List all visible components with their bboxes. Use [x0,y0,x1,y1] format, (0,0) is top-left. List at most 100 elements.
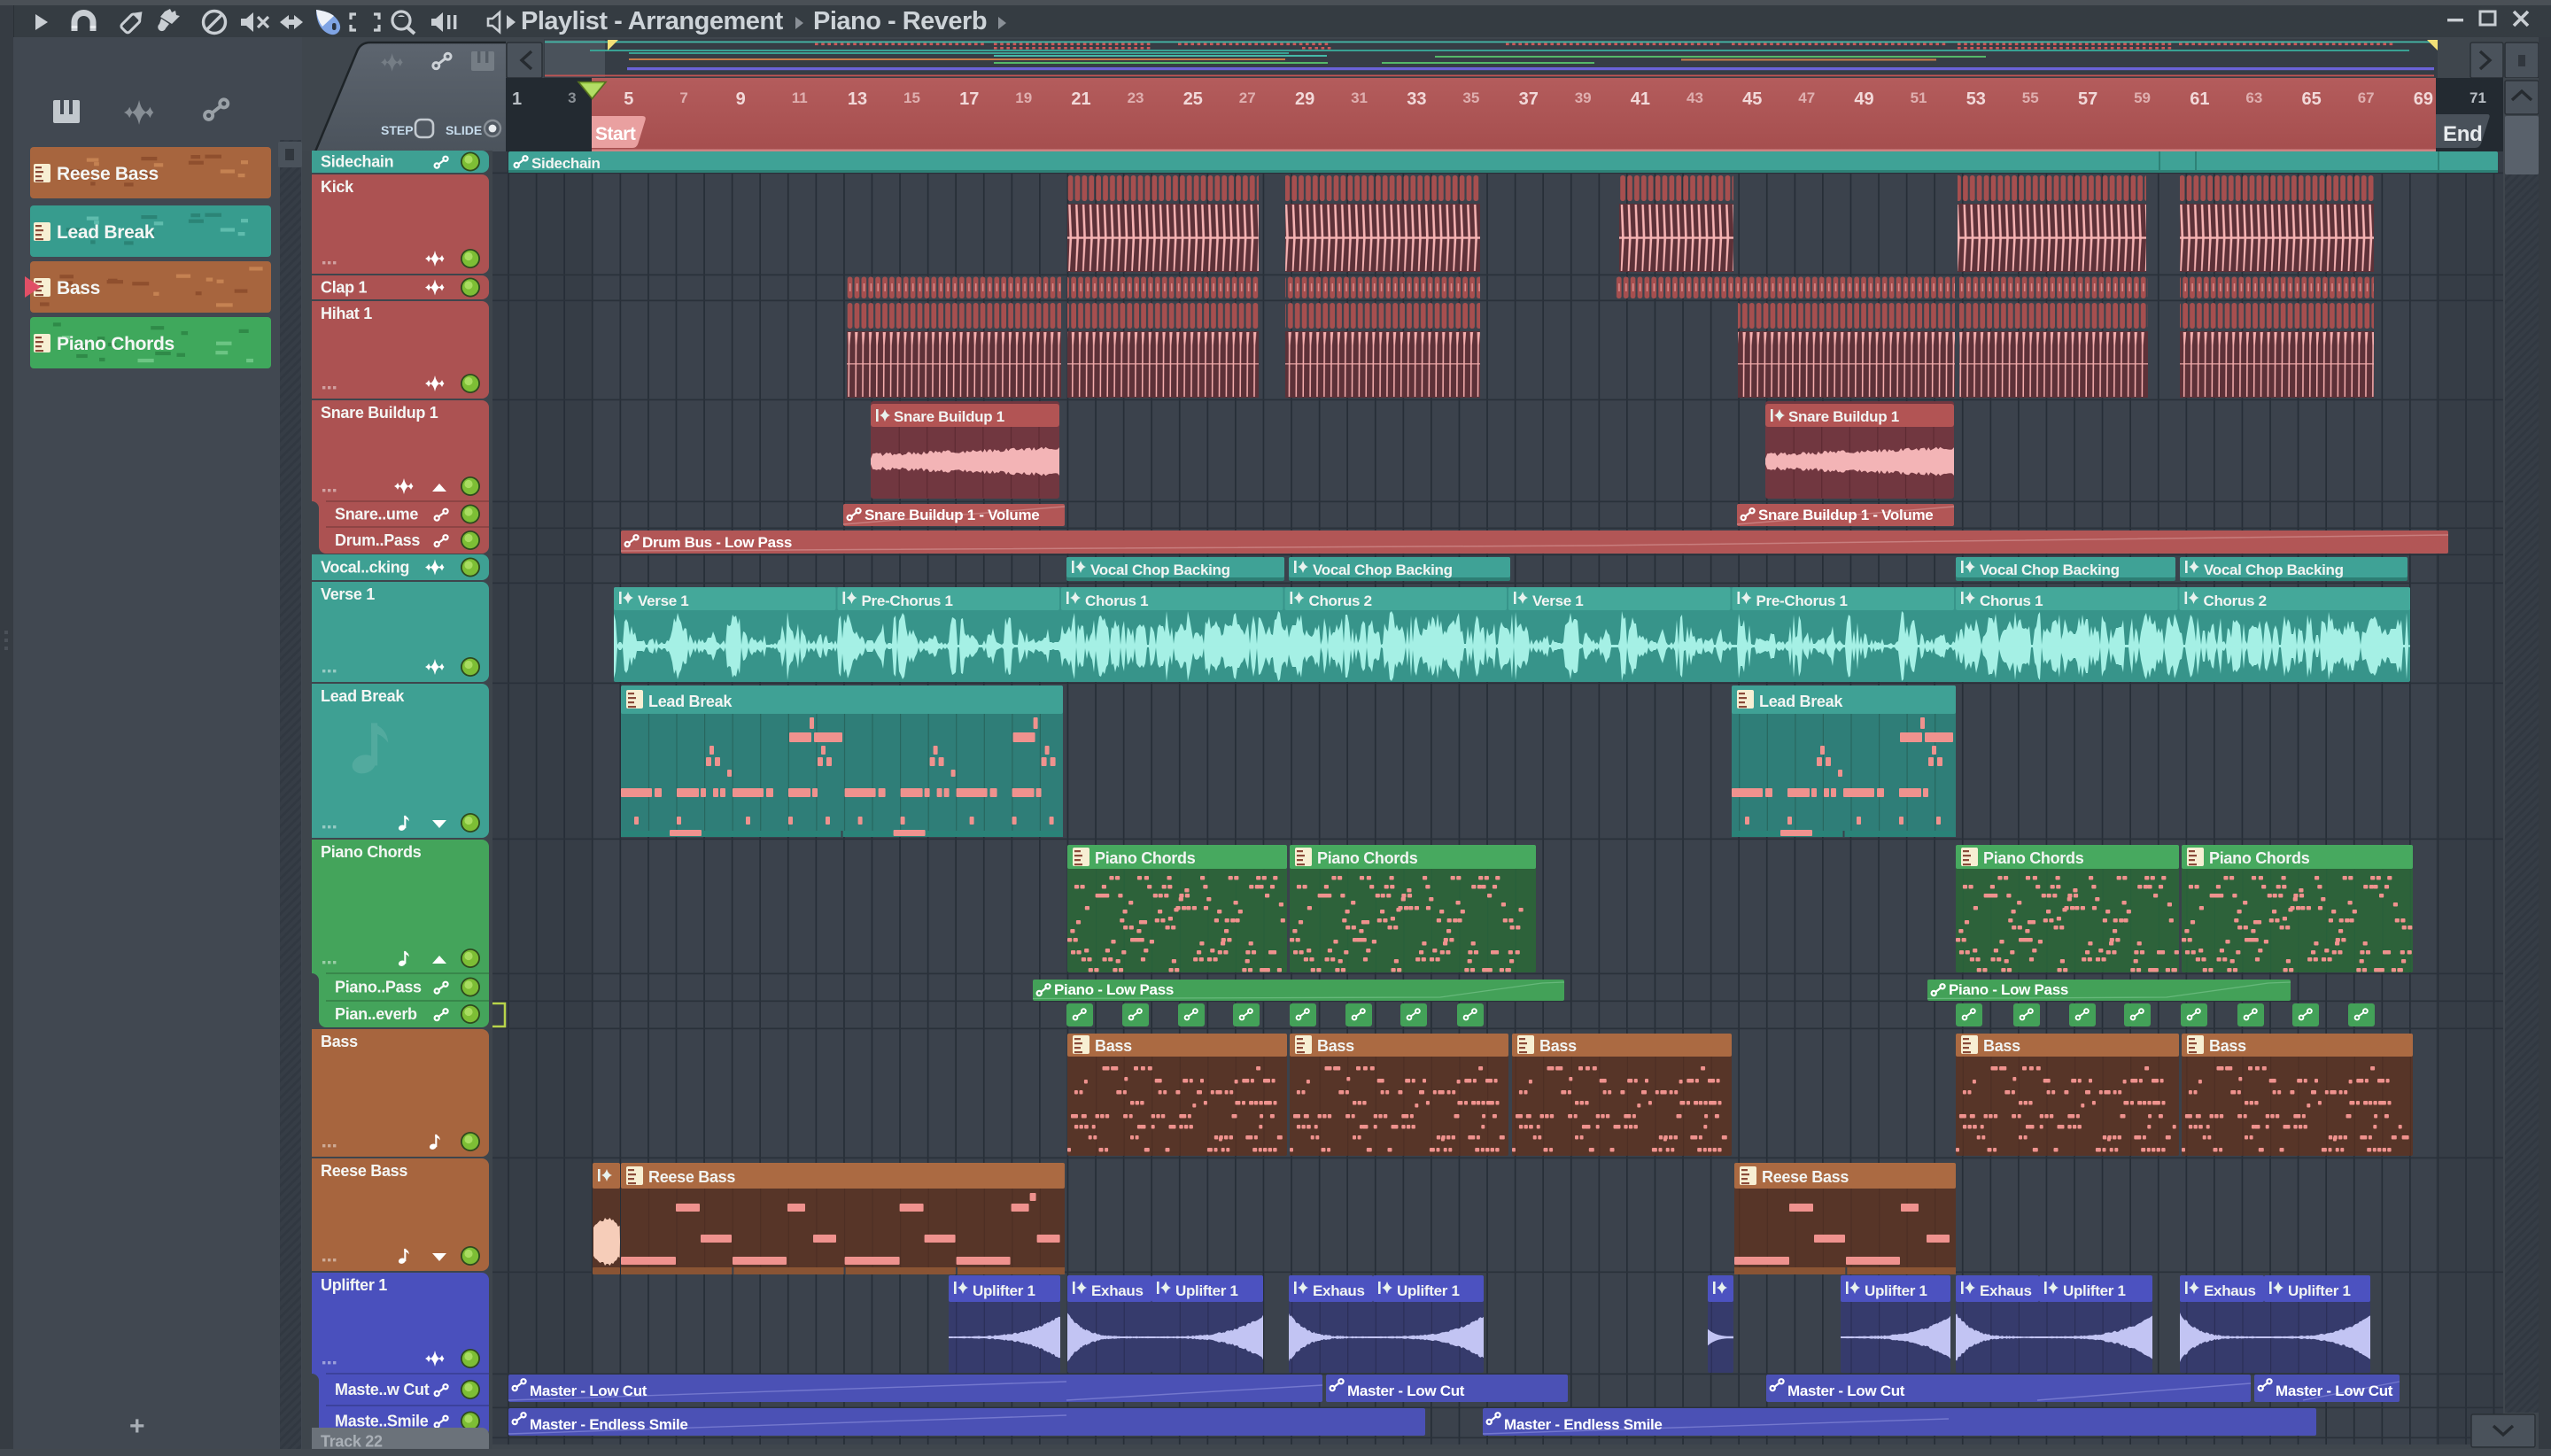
svg-text:Piano Chords: Piano Chords [2209,849,2310,867]
svg-text:3: 3 [568,89,576,106]
svg-text:Drum Bus - Low Pass: Drum Bus - Low Pass [642,534,792,551]
svg-text:End: End [2443,122,2482,146]
svg-text:37: 37 [1519,89,1539,109]
svg-text:Bass: Bass [57,278,100,298]
svg-text:Master - Low Cut: Master - Low Cut [1347,1382,1465,1399]
svg-text:Maste..Smile: Maste..Smile [335,1413,429,1430]
svg-text:Exhaus: Exhaus [1091,1282,1144,1299]
svg-text:Master - Endless Smile: Master - Endless Smile [1504,1416,1663,1433]
svg-text:51: 51 [1911,89,1927,106]
svg-text:Bass: Bass [1539,1037,1577,1055]
svg-text:11: 11 [792,89,808,106]
svg-text:Pre-Chorus 1: Pre-Chorus 1 [862,592,953,609]
svg-text:Start: Start [595,124,636,144]
svg-text:Snare Buildup 1: Snare Buildup 1 [321,404,438,422]
svg-text:Sidechain: Sidechain [321,153,393,171]
svg-text:Piano - Low Pass: Piano - Low Pass [1054,981,1174,998]
svg-text:Exhaus: Exhaus [1980,1282,2032,1299]
svg-text:Uplifter 1: Uplifter 1 [2288,1282,2351,1299]
svg-text:Snare..ume: Snare..ume [335,506,418,523]
svg-text:Verse 1: Verse 1 [321,585,375,603]
svg-text:Bass: Bass [1983,1037,2020,1055]
svg-text:57: 57 [2078,89,2097,109]
svg-text:Piano..Pass: Piano..Pass [335,979,422,996]
svg-text:59: 59 [2134,89,2151,106]
svg-text:Piano Chords: Piano Chords [1983,849,2084,867]
svg-text:49: 49 [1854,89,1873,109]
svg-text:Vocal..cking: Vocal..cking [321,559,409,577]
svg-text:31: 31 [1351,89,1368,106]
svg-text:Vocal Chop Backing: Vocal Chop Backing [2204,561,2344,578]
svg-text:Vocal Chop Backing: Vocal Chop Backing [1090,561,1230,578]
svg-text:Vocal Chop Backing: Vocal Chop Backing [1980,561,2120,578]
svg-text:41: 41 [1631,89,1650,109]
svg-text:Maste..w Cut: Maste..w Cut [335,1381,430,1398]
svg-text:Uplifter 1: Uplifter 1 [973,1282,1035,1299]
svg-text:Lead Break: Lead Break [321,687,405,705]
svg-text:Vocal Chop Backing: Vocal Chop Backing [1313,561,1453,578]
svg-text:Chorus 1: Chorus 1 [1980,592,2043,609]
svg-text:71: 71 [2470,89,2486,106]
svg-text:Lead Break: Lead Break [1759,693,1843,710]
svg-text:61: 61 [2190,89,2209,109]
svg-text:Snare Buildup 1: Snare Buildup 1 [1788,408,1899,425]
svg-text:Sidechain: Sidechain [531,155,601,172]
svg-text:45: 45 [1742,89,1762,109]
svg-text:Reese Bass: Reese Bass [648,1168,735,1186]
svg-text:Chorus 2: Chorus 2 [2204,592,2267,609]
svg-text:Bass: Bass [1095,1037,1132,1055]
svg-text:+: + [129,1412,144,1441]
svg-text:Bass: Bass [2209,1037,2246,1055]
svg-text:19: 19 [1015,89,1032,106]
svg-text:Reese Bass: Reese Bass [57,164,159,184]
svg-text:Piano - Low Pass: Piano - Low Pass [1949,981,2068,998]
svg-text:Uplifter 1: Uplifter 1 [2063,1282,2126,1299]
svg-text:Reese Bass: Reese Bass [321,1162,407,1180]
svg-text:Exhaus: Exhaus [1313,1282,1365,1299]
svg-text:Pre-Chorus 1: Pre-Chorus 1 [1756,592,1848,609]
svg-text:17: 17 [959,89,979,109]
svg-text:Track 22: Track 22 [321,1433,383,1451]
svg-text:1: 1 [512,89,522,109]
svg-text:Master - Low Cut: Master - Low Cut [2276,1382,2393,1399]
svg-text:53: 53 [1966,89,1986,109]
svg-text:25: 25 [1183,89,1203,109]
svg-text:Playlist - Arrangement: Playlist - Arrangement [521,7,784,35]
svg-text:23: 23 [1128,89,1144,106]
svg-text:63: 63 [2245,89,2262,106]
svg-text:Exhaus: Exhaus [2204,1282,2256,1299]
svg-text:Piano Chords: Piano Chords [1317,849,1418,867]
svg-text:Uplifter 1: Uplifter 1 [1865,1282,1927,1299]
svg-text:35: 35 [1462,89,1479,106]
svg-text:Chorus 2: Chorus 2 [1309,592,1372,609]
svg-text:STEP: STEP [381,123,414,137]
svg-text:65: 65 [2302,89,2322,109]
svg-text:Chorus 1: Chorus 1 [1085,592,1148,609]
svg-text:Reese Bass: Reese Bass [1762,1168,1849,1186]
svg-text:39: 39 [1575,89,1592,106]
svg-text:9: 9 [736,89,746,109]
svg-text:Uplifter 1: Uplifter 1 [1397,1282,1460,1299]
svg-text:43: 43 [1686,89,1703,106]
svg-text:Bass: Bass [1317,1037,1354,1055]
svg-text:15: 15 [903,89,920,106]
svg-text:13: 13 [848,89,867,109]
svg-text:Piano Chords: Piano Chords [1095,849,1196,867]
svg-text:67: 67 [2358,89,2375,106]
svg-text:33: 33 [1407,89,1426,109]
svg-text:Hihat 1: Hihat 1 [321,305,372,322]
svg-text:Bass: Bass [321,1033,358,1050]
svg-text:55: 55 [2022,89,2039,106]
svg-text:Lead Break: Lead Break [57,222,155,243]
svg-text:69: 69 [2414,89,2433,109]
svg-text:SLIDE: SLIDE [446,123,482,137]
svg-text:Verse 1: Verse 1 [1532,592,1583,609]
svg-text:Piano - Reverb: Piano - Reverb [813,7,987,35]
svg-text:21: 21 [1071,89,1090,109]
svg-text:27: 27 [1239,89,1256,106]
svg-text:Master - Low Cut: Master - Low Cut [530,1382,647,1399]
svg-text:Snare Buildup 1 - Volume: Snare Buildup 1 - Volume [865,507,1039,523]
svg-text:Piano Chords: Piano Chords [321,843,422,861]
svg-text:5: 5 [624,89,633,109]
svg-text:Verse 1: Verse 1 [638,592,688,609]
